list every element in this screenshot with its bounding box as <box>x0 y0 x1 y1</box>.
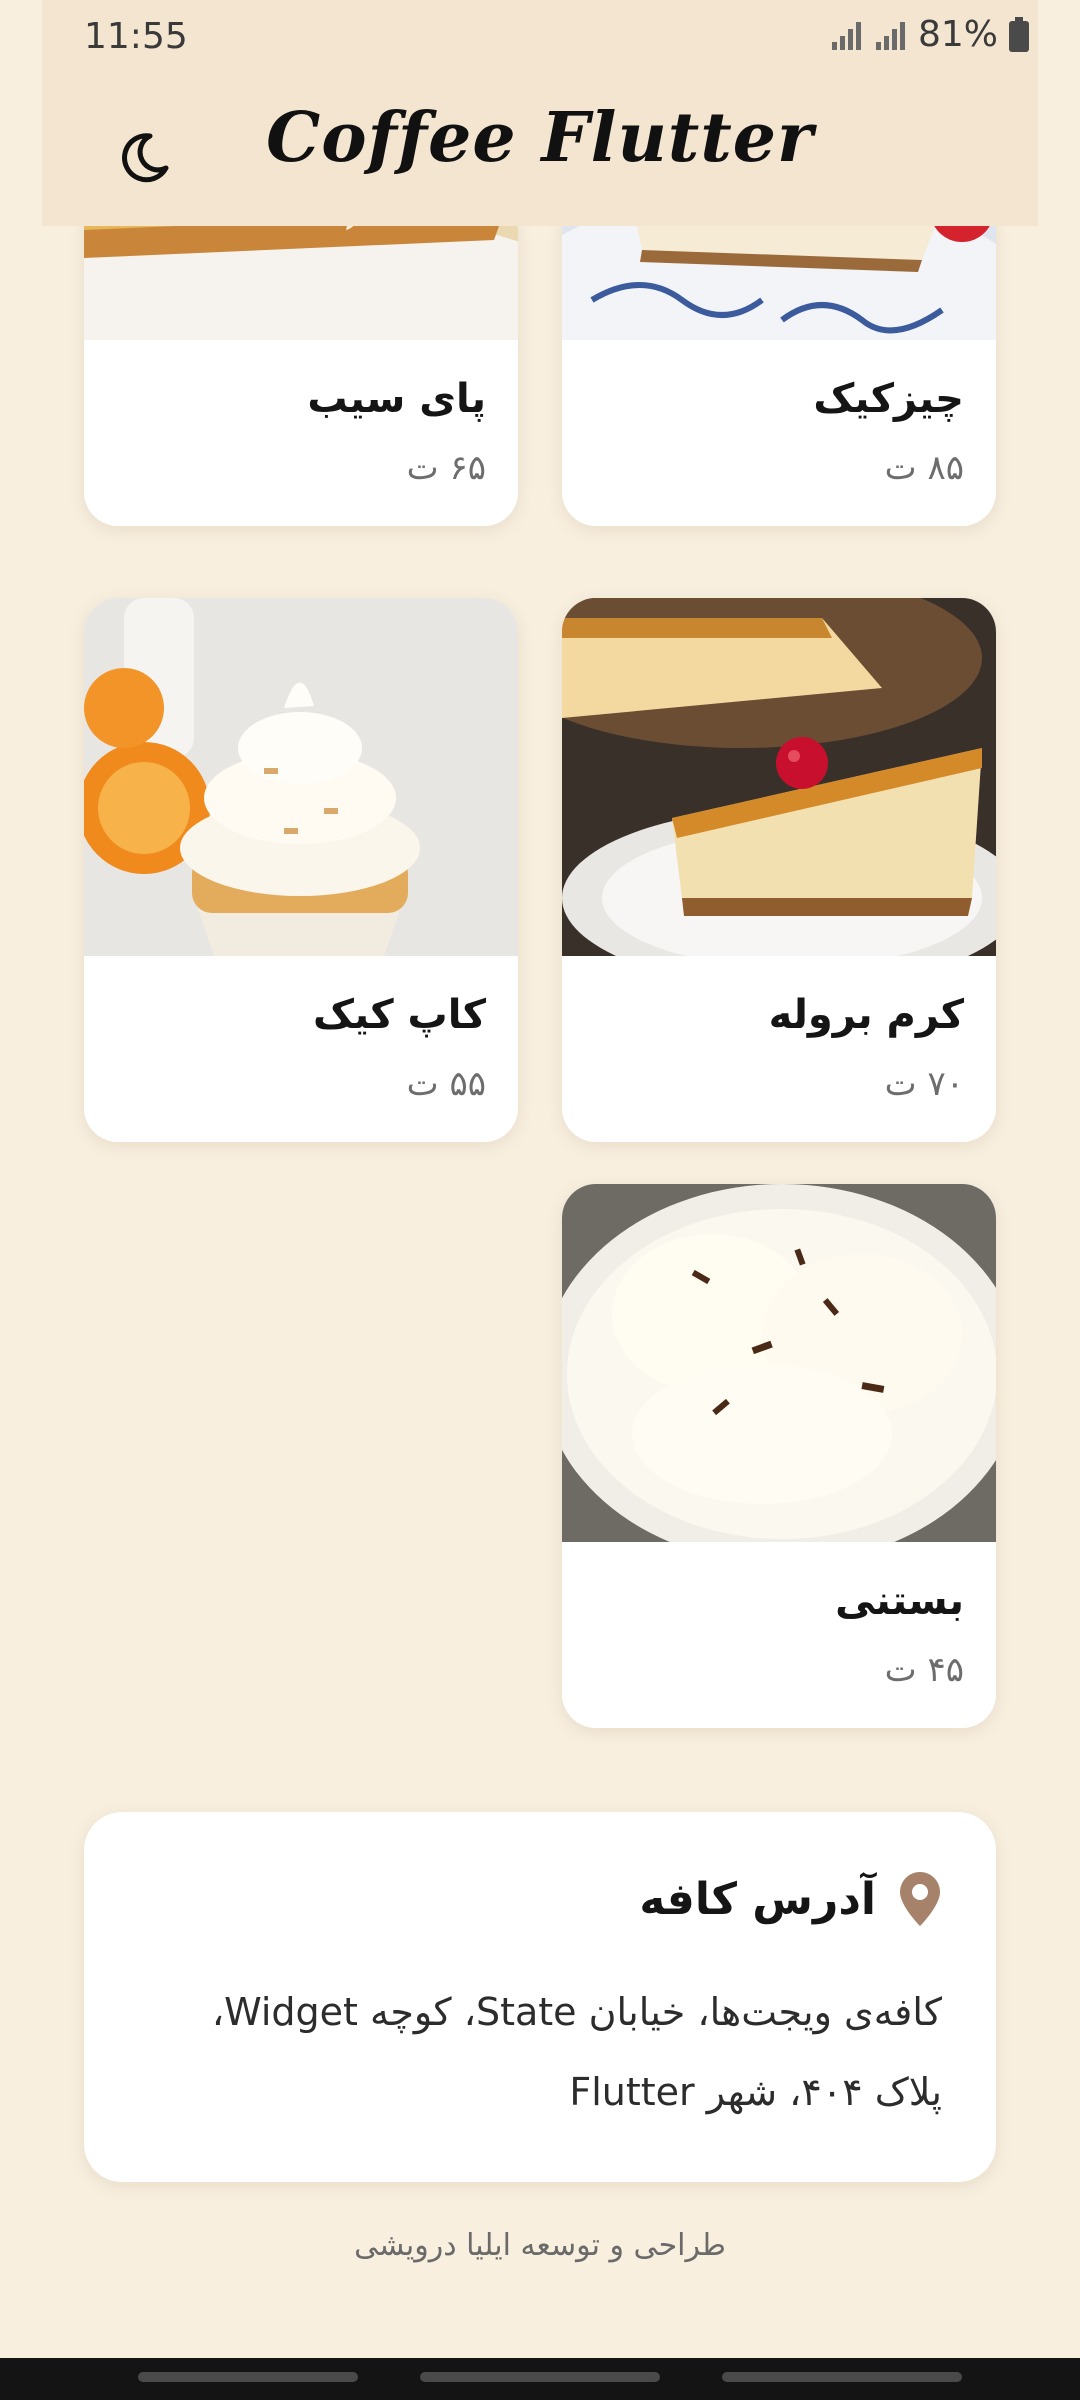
cupcake-photo <box>84 598 518 956</box>
menu-card-ice-cream[interactable]: بستنی ۴۵ ت <box>562 1184 996 1728</box>
signal-icon-2 <box>875 21 905 50</box>
system-navigation-bar <box>0 2358 1080 2400</box>
address-title: آدرس کافه <box>639 1873 876 1925</box>
address-header: آدرس کافه <box>639 1872 940 1926</box>
app-root: پای سیب ۶۵ ت چیزکیک ۸۵ ت کاپ کیک ۵۵ ت کر… <box>0 0 1080 2400</box>
card-info: پای سیب ۶۵ ت <box>84 340 518 526</box>
address-text: کافه‌ی ویجت‌ها، خیابان State، کوچه Widge… <box>132 1972 942 2132</box>
footer-credit: طراحی و توسعه ایلیا درویشی <box>354 2228 726 2263</box>
app-title: Coffee Flutter <box>266 98 814 178</box>
battery-icon <box>1009 16 1029 52</box>
card-info: کرم بروله ۷۰ ت <box>562 956 996 1142</box>
menu-card-creme-brulee[interactable]: کرم بروله ۷۰ ت <box>562 598 996 1142</box>
signal-icon <box>831 21 861 50</box>
item-name: کرم بروله <box>768 992 964 1038</box>
cafe-address-card: آدرس کافه کافه‌ی ویجت‌ها، خیابان State، … <box>84 1812 996 2182</box>
item-name: پای سیب <box>307 376 486 422</box>
status-time: 11:55 <box>84 16 188 57</box>
location-pin-icon <box>900 1872 940 1926</box>
menu-card-cheesecake[interactable]: چیزکیک ۸۵ ت <box>562 196 996 526</box>
ice-cream-photo <box>562 1184 996 1542</box>
creme-brulee-photo <box>562 598 996 956</box>
item-price: ۸۵ ت <box>884 448 964 488</box>
menu-card-apple-pie[interactable]: پای سیب ۶۵ ت <box>84 196 518 526</box>
address-line-2: پلاک ۴۰۴، شهر Flutter <box>569 2070 942 2114</box>
menu-card-cupcake[interactable]: کاپ کیک ۵۵ ت <box>84 598 518 1142</box>
item-name: بستنی <box>835 1578 964 1624</box>
card-info: بستنی ۴۵ ت <box>562 1542 996 1728</box>
item-name: کاپ کیک <box>313 992 486 1038</box>
item-price: ۷۰ ت <box>884 1064 964 1104</box>
card-info: کاپ کیک ۵۵ ت <box>84 956 518 1142</box>
status-icons: 81% <box>830 14 1030 55</box>
nav-home-button[interactable] <box>420 2372 660 2382</box>
item-price: ۶۵ ت <box>406 448 486 488</box>
item-price: ۴۵ ت <box>884 1650 964 1690</box>
nav-back-button[interactable] <box>722 2372 962 2382</box>
item-price: ۵۵ ت <box>406 1064 486 1104</box>
item-name: چیزکیک <box>813 376 964 422</box>
address-line-1: کافه‌ی ویجت‌ها، خیابان State، کوچه Widge… <box>211 1990 942 2034</box>
app-bar: 11:55 81% Coffee Flutter <box>42 0 1038 226</box>
status-bar: 11:55 81% <box>0 0 1080 76</box>
nav-recents-button[interactable] <box>138 2372 358 2382</box>
card-info: چیزکیک ۸۵ ت <box>562 340 996 526</box>
battery-percent: 81% <box>917 14 998 55</box>
